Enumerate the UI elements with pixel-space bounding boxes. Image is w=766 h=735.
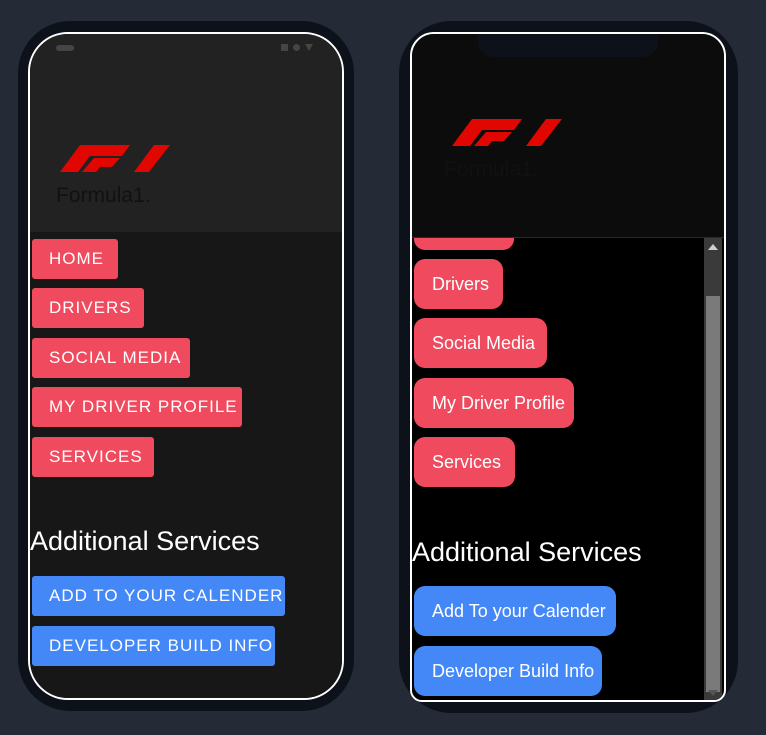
- nav-drivers-button[interactable]: Drivers: [414, 259, 503, 309]
- android-screen: Formula1. HOME DRIVERS SOCIAL MEDIA MY D…: [28, 32, 344, 700]
- iphone-screen: Formula1. Drivers Social Media My Driver…: [410, 32, 726, 702]
- nav-home-button-partial[interactable]: [414, 238, 514, 250]
- nav-drivers-button[interactable]: DRIVERS: [32, 288, 144, 328]
- scroll-up-arrow-icon[interactable]: [708, 244, 718, 250]
- status-pill-icon: [56, 45, 74, 51]
- nav-content: HOME DRIVERS SOCIAL MEDIA MY DRIVER PROF…: [30, 232, 342, 698]
- nav-content-scroll[interactable]: Drivers Social Media My Driver Profile S…: [412, 238, 704, 700]
- additional-services-title: Additional Services: [412, 537, 642, 567]
- app-header: Formula1.: [412, 34, 724, 238]
- vertical-scrollbar[interactable]: [704, 238, 722, 700]
- nav-home-button[interactable]: HOME: [32, 239, 118, 279]
- svg-text:Formula1.: Formula1.: [444, 158, 539, 178]
- back-triangle-icon: [305, 44, 313, 51]
- scroll-down-arrow-icon[interactable]: [708, 690, 718, 696]
- additional-services-title: Additional Services: [30, 526, 260, 556]
- developer-build-info-button[interactable]: DEVELOPER BUILD INFO: [32, 626, 275, 666]
- svg-text:Formula1.: Formula1.: [56, 184, 151, 204]
- nav-social-media-button[interactable]: SOCIAL MEDIA: [32, 338, 190, 378]
- iphone-notch: [478, 34, 658, 57]
- developer-build-info-button[interactable]: Developer Build Info: [414, 646, 602, 696]
- nav-services-button[interactable]: Services: [414, 437, 515, 487]
- nav-social-media-button[interactable]: Social Media: [414, 318, 547, 368]
- add-to-calendar-button[interactable]: ADD TO YOUR CALENDER: [32, 576, 285, 616]
- nav-my-driver-profile-button[interactable]: MY DRIVER PROFILE: [32, 387, 242, 427]
- app-header: Formula1.: [30, 64, 342, 232]
- f1-logo: Formula1.: [444, 119, 562, 178]
- nav-my-driver-profile-button[interactable]: My Driver Profile: [414, 378, 574, 428]
- add-to-calendar-button[interactable]: Add To your Calender: [414, 586, 616, 636]
- android-status-bar: [30, 34, 342, 64]
- home-circle-icon: [293, 44, 300, 51]
- nav-services-button[interactable]: SERVICES: [32, 437, 154, 477]
- android-phone-frame: Formula1. HOME DRIVERS SOCIAL MEDIA MY D…: [18, 21, 354, 711]
- scrollbar-thumb[interactable]: [706, 296, 720, 692]
- f1-logo: Formula1.: [56, 145, 170, 204]
- recent-apps-icon: [281, 44, 288, 51]
- iphone-frame: Formula1. Drivers Social Media My Driver…: [399, 21, 738, 713]
